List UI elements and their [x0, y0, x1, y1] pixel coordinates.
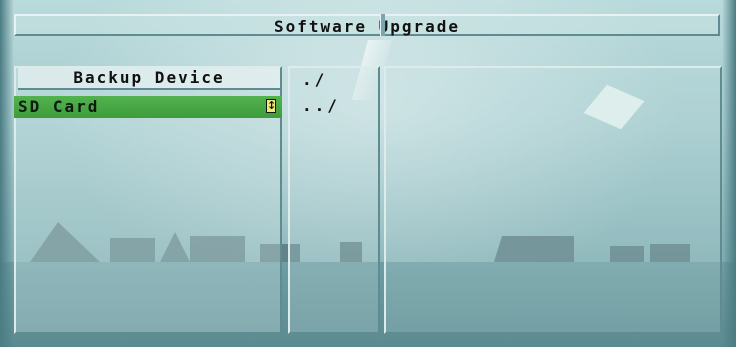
device-item-sd-card[interactable]: SD Card ↕: [14, 96, 282, 118]
preview-panel: [384, 66, 722, 334]
dropdown-marker-icon[interactable]: ↕: [266, 99, 276, 113]
title-separator: [380, 14, 385, 36]
device-item-label: SD Card: [18, 97, 100, 116]
file-entry-parent-dir[interactable]: ../: [302, 96, 340, 115]
title-bar: Software Upgrade: [14, 14, 720, 36]
device-panel-header: Backup Device: [18, 68, 280, 90]
window-title: Software Upgrade: [273, 17, 461, 36]
file-entry-current-dir[interactable]: ./: [302, 70, 327, 89]
